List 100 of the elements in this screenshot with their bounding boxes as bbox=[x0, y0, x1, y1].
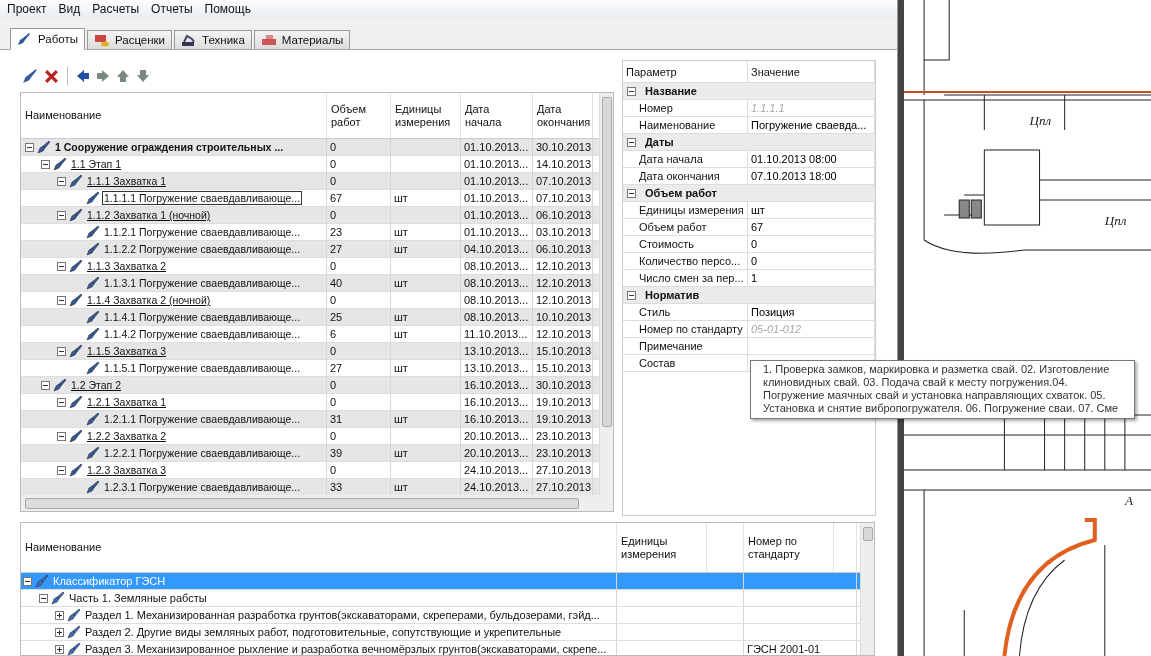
add-icon[interactable] bbox=[22, 68, 38, 84]
collapse-icon[interactable] bbox=[57, 295, 66, 305]
property-name: Номер bbox=[639, 102, 673, 114]
collapse-icon[interactable] bbox=[627, 137, 636, 147]
property-value[interactable]: 1 bbox=[751, 272, 758, 284]
arrow-down-icon[interactable] bbox=[136, 69, 150, 83]
expand-icon[interactable] bbox=[55, 627, 64, 637]
table-cell: шт bbox=[394, 226, 408, 238]
table-row[interactable]: 1.1.1 Захватка 1 0 01.10.2013... 07.10.2013 bbox=[21, 173, 599, 190]
tree-row[interactable]: Часть 1. Земляные рабсты bbox=[21, 590, 860, 607]
arrow-right-icon[interactable] bbox=[96, 69, 110, 83]
table-row[interactable]: 1.1.1.1 Погружение сваевдавливающе... 67 шт 01.10.2013... 07.10.2013 bbox=[21, 190, 599, 207]
category-name: Раздел 2. Другие виды земляных работ, подготовительные, сопутствующие и укрепительные bbox=[84, 626, 563, 638]
column-header[interactable]: Объем работ bbox=[331, 102, 386, 129]
menu-item[interactable]: Отчеты bbox=[146, 0, 200, 18]
table-row[interactable]: 1.1.4 Захватка 2 (ночной) 0 08.10.2013... 12.10.2013 bbox=[21, 292, 599, 309]
table-row[interactable]: 1.2.3.1 Погружение сваевдавливающе... 33 шт 24.10.2013... 27.10.2013 bbox=[21, 479, 599, 495]
collapse-icon[interactable] bbox=[57, 346, 66, 356]
property-value[interactable]: 0 bbox=[751, 255, 758, 267]
collapse-icon[interactable] bbox=[25, 142, 34, 152]
delete-icon[interactable] bbox=[44, 68, 59, 84]
property-value[interactable]: 07.10.2013 18:00 bbox=[751, 170, 837, 182]
arrow-up-icon[interactable] bbox=[116, 69, 130, 83]
table-row[interactable]: 1.1.4.2 Погружение сваевдавливающе... 6 шт 11.10.2013... 12.10.2013 bbox=[21, 326, 599, 343]
collapse-icon[interactable] bbox=[57, 431, 66, 441]
property-value[interactable]: Позиция bbox=[751, 306, 795, 318]
table-cell: 0 bbox=[330, 294, 337, 306]
column-header[interactable]: Номер по стандарту bbox=[748, 534, 829, 561]
menu-item[interactable]: Расчеты bbox=[87, 0, 147, 18]
collapse-icon[interactable] bbox=[57, 176, 66, 186]
collapse-icon[interactable] bbox=[627, 86, 636, 96]
table-row[interactable]: 1.2 Этап 2 0 16.10.2013... 30.10.2013 bbox=[21, 377, 599, 394]
table-row[interactable]: 1.1.5.1 Погружение сваевдавливающе... 27 шт 13.10.2013... 15.10.2013 bbox=[21, 360, 599, 377]
tree-row[interactable]: Раздел 1. Механизированная разработка грунтов(экскаваторами, скреперами, бульдозерами, гэйд... bbox=[21, 607, 860, 624]
table-cell: 23.10.2013 bbox=[536, 447, 592, 459]
expand-icon[interactable] bbox=[55, 610, 64, 620]
table-row[interactable]: 1 Сооружение ограждения строительных ... 0 01.10.2013... 30.10.2013 bbox=[21, 139, 599, 156]
tab[interactable]: Материалы bbox=[253, 30, 351, 49]
collapse-icon[interactable] bbox=[57, 397, 66, 407]
collapse-icon[interactable] bbox=[57, 465, 66, 475]
column-header[interactable]: Наименование bbox=[25, 541, 102, 554]
tool-icon bbox=[69, 429, 83, 443]
table-cell: 24.10.2013... bbox=[464, 464, 529, 476]
table-row[interactable]: 1.1.2.2 Погружение сваевдавливающе... 27 шт 04.10.2013... 06.10.2013 bbox=[21, 241, 599, 258]
table-cell: 33 bbox=[330, 481, 343, 493]
table-cell: 16.10.2013... bbox=[464, 379, 529, 391]
tree-row[interactable]: Раздел 2. Другие виды земляных работ, подготовительные, сопутствующие и укрепительные bbox=[21, 624, 860, 641]
column-header[interactable]: Единицы измерения bbox=[395, 102, 456, 129]
tool-icon bbox=[51, 591, 65, 605]
property-value[interactable]: 01.10.2013 08:00 bbox=[751, 153, 837, 165]
table-cell: 16.10.2013... bbox=[464, 396, 529, 408]
property-name: Наименование bbox=[639, 119, 716, 131]
table-row[interactable]: 1.1.5 Захватка 3 0 13.10.2013... 15.10.2013 bbox=[21, 343, 599, 360]
column-header[interactable]: Дата начала bbox=[465, 102, 528, 129]
collapse-icon[interactable] bbox=[627, 290, 636, 300]
property-value[interactable]: 67 bbox=[751, 221, 764, 233]
menu-item[interactable]: Проект bbox=[2, 0, 54, 18]
tab[interactable]: Работы bbox=[10, 28, 85, 50]
table-row[interactable]: 1.1 Этап 1 0 01.10.2013... 14.10.2013 bbox=[21, 156, 599, 173]
collapse-icon[interactable] bbox=[57, 210, 66, 220]
task-name: 1.1 Этап 1 bbox=[70, 158, 123, 170]
collapse-icon[interactable] bbox=[39, 593, 48, 603]
column-header[interactable]: Наименование bbox=[25, 109, 102, 122]
menu-item[interactable]: Вид bbox=[53, 0, 88, 18]
column-header[interactable]: Единицы измерения bbox=[621, 534, 702, 561]
table-row[interactable]: 1.2.1 Захватка 1 0 16.10.2013... 19.10.2013 bbox=[21, 394, 599, 411]
tool-icon bbox=[67, 608, 81, 622]
collapse-icon[interactable] bbox=[41, 380, 50, 390]
table-row[interactable]: 1.1.3 Захватка 2 0 08.10.2013... 12.10.2013 bbox=[21, 258, 599, 275]
horizontal-scrollbar[interactable] bbox=[21, 495, 613, 511]
collapse-icon[interactable] bbox=[23, 576, 32, 586]
table-row[interactable]: 1.1.2 Захватка 1 (ночной) 0 01.10.2013... 06.10.2013 bbox=[21, 207, 599, 224]
table-row[interactable]: 1.1.4.1 Погружение сваевдавливающе... 25 шт 08.10.2013... 10.10.2013 bbox=[21, 309, 599, 326]
vertical-scrollbar[interactable] bbox=[599, 93, 613, 495]
table-cell: 06.10.2013 bbox=[536, 209, 592, 221]
table-row[interactable]: 1.2.2.1 Погружение сваевдавливающе... 39 шт 20.10.2013... 23.10.2013 bbox=[21, 445, 599, 462]
table-cell: 0 bbox=[330, 141, 337, 153]
property-value[interactable]: шт bbox=[751, 204, 765, 216]
group-title: Даты bbox=[645, 136, 674, 148]
column-header[interactable]: Дата окончания bbox=[537, 102, 591, 129]
collapse-icon[interactable] bbox=[41, 159, 50, 169]
table-row[interactable]: 1.1.3.1 Погружение сваевдавливающе... 40 шт 08.10.2013... 12.10.2013 bbox=[21, 275, 599, 292]
property-value[interactable]: 0 bbox=[751, 238, 758, 250]
task-name: 1.1.1 Захватка 1 bbox=[86, 175, 167, 187]
table-row[interactable]: 1.2.1.1 Погружение сваевдавливающе... 31 шт 16.10.2013... 19.10.2013 bbox=[21, 411, 599, 428]
menu-item[interactable]: Помощь bbox=[199, 0, 258, 18]
drawing-label: Цпл bbox=[1029, 113, 1052, 128]
table-cell: 0 bbox=[330, 430, 337, 442]
expand-icon[interactable] bbox=[55, 644, 64, 654]
table-row[interactable]: 1.1.2.1 Погружение сваевдавливающе... 23 шт 01.10.2013... 03.10.2013 bbox=[21, 224, 599, 241]
vertical-scrollbar[interactable] bbox=[860, 523, 874, 655]
table-row[interactable]: 1.2.2 Захватка 2 0 20.10.2013... 23.10.2013 bbox=[21, 428, 599, 445]
group-title: Норматив bbox=[645, 289, 700, 301]
collapse-icon[interactable] bbox=[57, 261, 66, 271]
arrow-left-icon[interactable] bbox=[76, 69, 90, 83]
table-row[interactable]: 1.2.3 Захватка 3 0 24.10.2013... 27.10.2013 bbox=[21, 462, 599, 479]
tab[interactable]: Расценки bbox=[86, 30, 173, 49]
collapse-icon[interactable] bbox=[627, 188, 636, 198]
tab[interactable]: Техника bbox=[174, 30, 252, 49]
property-value[interactable]: Погружение сваевда... bbox=[751, 119, 867, 131]
